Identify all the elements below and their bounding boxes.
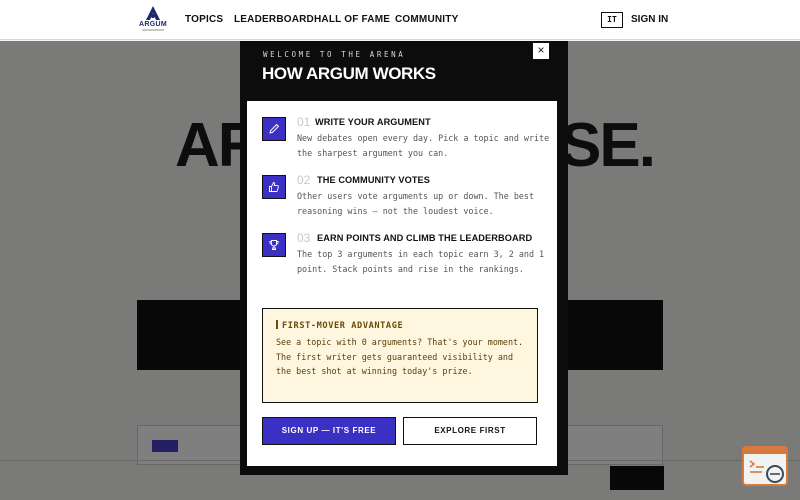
modal-body: 01 WRITE YOUR ARGUMENT New debates open … xyxy=(247,101,557,466)
explore-first-button[interactable]: EXPLORE FIRST xyxy=(403,417,537,445)
modal-eyebrow: WELCOME TO THE ARENA xyxy=(263,50,406,59)
nav-link-topics[interactable]: TOPICS xyxy=(185,14,223,25)
close-button[interactable]: × xyxy=(532,42,550,60)
logo-tagline xyxy=(142,29,164,31)
step-number: 01 xyxy=(297,115,311,129)
tip-bar-icon xyxy=(276,320,278,329)
step-title: EARN POINTS AND CLIMB THE LEADERBOARD xyxy=(317,233,533,243)
sign-in-link[interactable]: SIGN IN xyxy=(631,14,668,25)
modal-header: WELCOME TO THE ARENA HOW ARGUM WORKS × xyxy=(240,41,568,101)
argum-logo[interactable]: ARGUM xyxy=(138,5,168,35)
nav-link-hall-of-fame[interactable]: HALL OF FAME xyxy=(314,14,390,25)
step-description: The top 3 arguments in each topic earn 3… xyxy=(297,249,545,274)
language-toggle[interactable]: IT xyxy=(601,12,623,28)
tip-title-text: FIRST-MOVER ADVANTAGE xyxy=(282,321,404,331)
logo-mark-icon xyxy=(146,6,160,20)
sign-up-button[interactable]: SIGN UP — IT'S FREE xyxy=(262,417,396,445)
thumbs-up-icon xyxy=(262,175,286,199)
step-number: 02 xyxy=(297,173,311,187)
how-it-works-modal: WELCOME TO THE ARENA HOW ARGUM WORKS × 0… xyxy=(240,41,568,475)
step-description: New debates open every day. Pick a topic… xyxy=(297,133,550,158)
logo-text: ARGUM xyxy=(139,21,167,28)
pencil-icon xyxy=(262,117,286,141)
first-mover-tip: FIRST-MOVER ADVANTAGE See a topic with 0… xyxy=(262,308,538,403)
chat-widget[interactable] xyxy=(742,446,788,486)
step-title: THE COMMUNITY VOTES xyxy=(317,175,431,185)
nav-link-community[interactable]: COMMUNITY xyxy=(395,14,458,25)
step-number: 03 xyxy=(297,231,311,245)
step-title: WRITE YOUR ARGUMENT xyxy=(315,117,431,127)
step-description: Other users vote arguments up or down. T… xyxy=(297,191,534,216)
tip-title: FIRST-MOVER ADVANTAGE xyxy=(276,320,403,331)
chat-search-icon xyxy=(749,460,784,483)
trophy-icon xyxy=(262,233,286,257)
top-nav: ARGUM TOPICS LEADERBOARD HALL OF FAME CO… xyxy=(0,0,800,40)
nav-link-leaderboard[interactable]: LEADERBOARD xyxy=(234,14,314,25)
modal-title: HOW ARGUM WORKS xyxy=(262,64,436,83)
tip-description: See a topic with 0 arguments? That's you… xyxy=(276,337,524,376)
